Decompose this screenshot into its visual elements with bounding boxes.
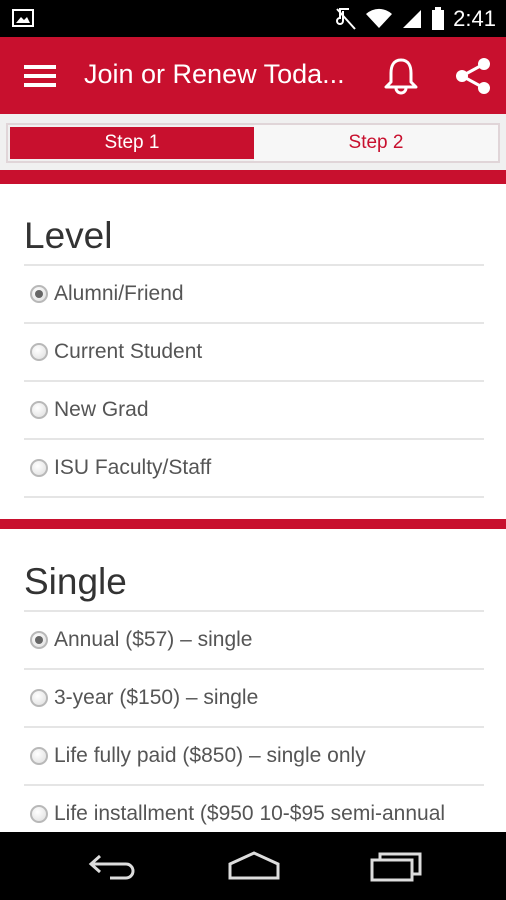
option-label: 3-year ($150) – single	[54, 686, 259, 709]
radio-option-isu-faculty-staff[interactable]: ISU Faculty/Staff	[24, 440, 484, 496]
tab-step-2[interactable]: Step 2	[254, 125, 498, 161]
radio-option-life-fully-paid[interactable]: Life fully paid ($850) – single only	[24, 728, 484, 784]
radio-option-current-student[interactable]: Current Student	[24, 324, 484, 380]
status-time: 2:41	[453, 6, 496, 31]
radio-option-annual[interactable]: Annual ($57) – single	[24, 612, 484, 668]
option-label: Current Student	[54, 340, 203, 363]
option-label: Life installment ($950 10-$95 semi-annua…	[54, 802, 446, 825]
home-icon[interactable]	[226, 850, 282, 882]
option-label: New Grad	[54, 398, 149, 421]
step-tabs: Step 1 Step 2	[6, 123, 500, 163]
section-divider	[0, 519, 506, 529]
option-label: ISU Faculty/Staff	[54, 456, 212, 479]
radio-option-alumni-friend[interactable]: Alumni/Friend	[24, 266, 484, 322]
share-icon[interactable]	[454, 57, 492, 95]
radio-button[interactable]	[30, 631, 48, 649]
option-label: Life fully paid ($850) – single only	[54, 744, 366, 767]
radio-button[interactable]	[30, 285, 48, 303]
tab-step-1[interactable]: Step 1	[10, 127, 254, 159]
battery-icon	[432, 7, 445, 30]
option-label: Annual ($57) – single	[54, 628, 253, 651]
radio-button[interactable]	[30, 343, 48, 361]
navigation-bar	[0, 832, 506, 900]
status-bar: 2:41	[0, 0, 506, 37]
bell-icon[interactable]	[383, 57, 419, 95]
radio-button[interactable]	[30, 805, 48, 823]
section-divider	[0, 170, 506, 184]
divider	[24, 496, 484, 498]
signal-icon	[403, 10, 422, 28]
wifi-icon	[366, 8, 393, 28]
radio-button[interactable]	[30, 401, 48, 419]
menu-icon[interactable]	[24, 63, 56, 89]
radio-option-3-year[interactable]: 3-year ($150) – single	[24, 670, 484, 726]
single-title: Single	[24, 561, 127, 602]
steps-bar: Step 1 Step 2	[0, 114, 506, 170]
radio-button[interactable]	[30, 459, 48, 477]
option-label: Alumni/Friend	[54, 282, 184, 305]
app-bar: Join or Renew Toda...	[0, 37, 506, 114]
radio-option-new-grad[interactable]: New Grad	[24, 382, 484, 438]
mute-icon	[336, 8, 356, 30]
page-title: Join or Renew Toda...	[84, 59, 345, 89]
recent-apps-icon[interactable]	[370, 852, 422, 882]
radio-button[interactable]	[30, 689, 48, 707]
radio-button[interactable]	[30, 747, 48, 765]
back-icon[interactable]	[88, 852, 138, 880]
level-title: Level	[24, 215, 113, 256]
image-icon	[12, 9, 34, 27]
